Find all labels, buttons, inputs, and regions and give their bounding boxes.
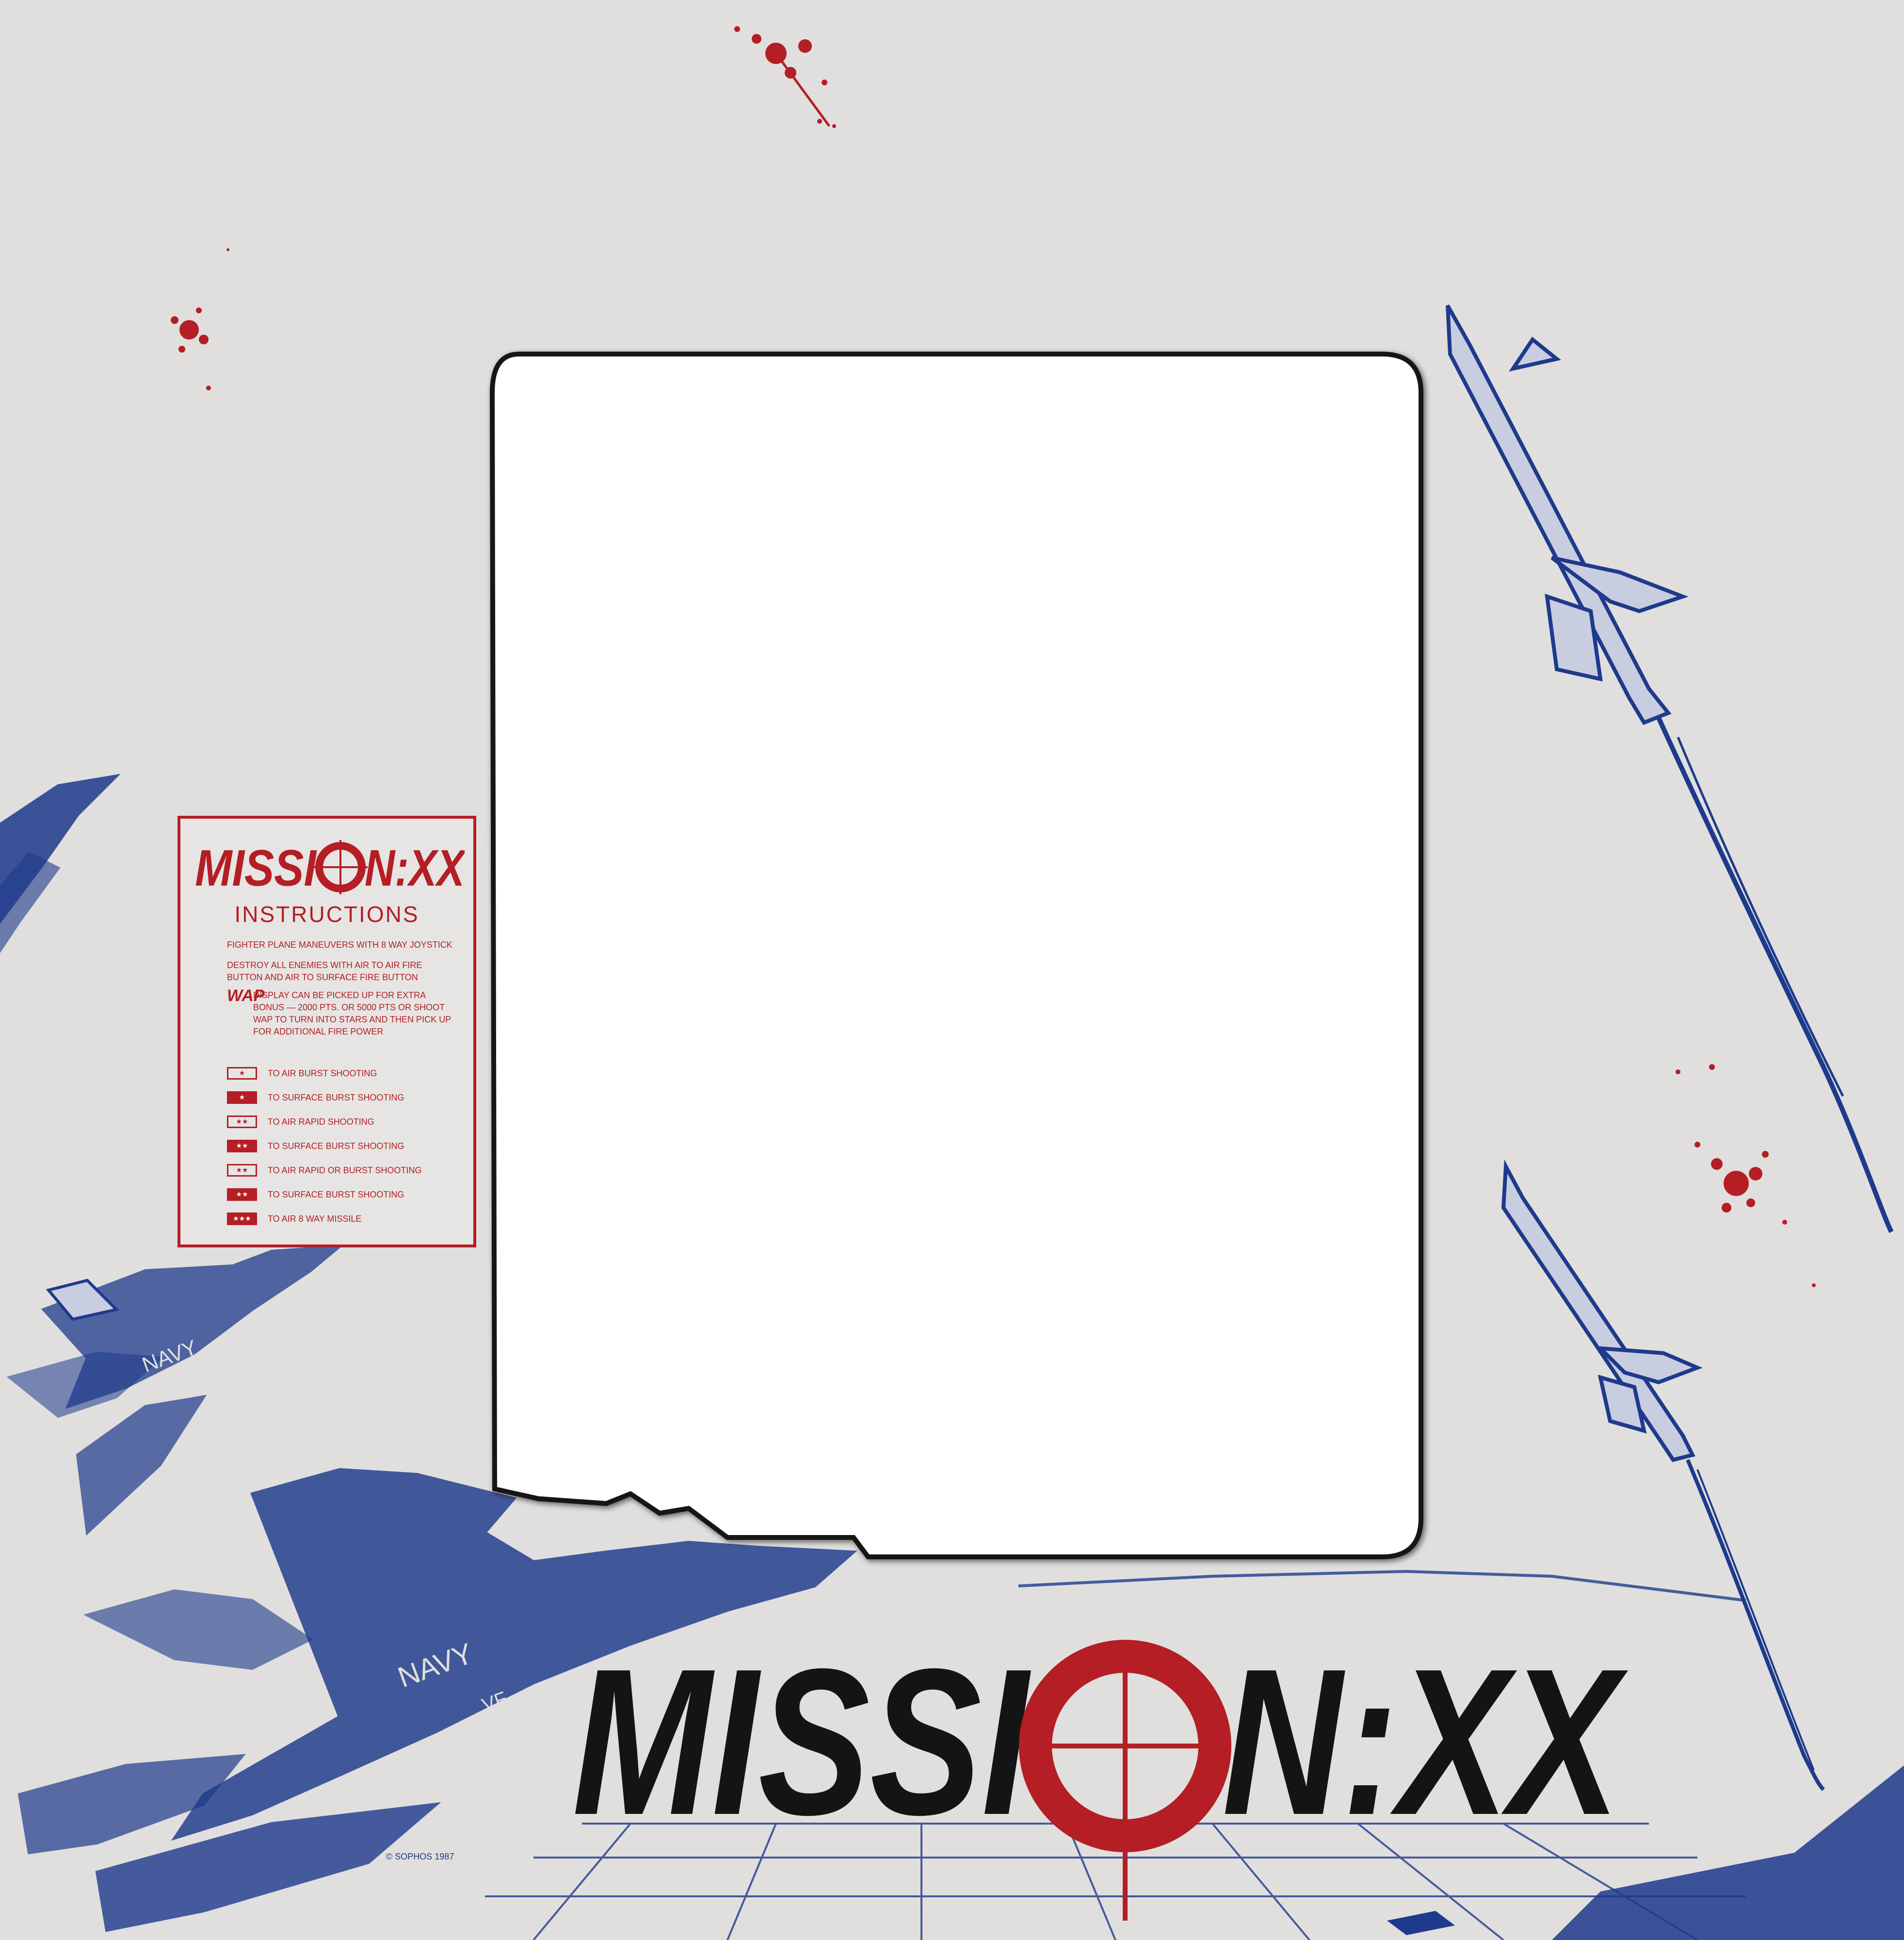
copyright-text: © SOPHOS 1987 [386, 1852, 454, 1861]
legend-row: ★ TO AIR BURST SHOOTING [227, 1066, 460, 1081]
instructions-card: MISSI N:XX INSTRUCTIONS FIGHTER PLANE MA… [177, 816, 476, 1247]
legend-label: TO SURFACE BURST SHOOTING [268, 1141, 404, 1151]
instructions-line-fire-buttons: DESTROY ALL ENEMIES WITH AIR TO AIR FIRE… [227, 960, 422, 982]
star-icon-box: ★★ [227, 1116, 257, 1128]
legend-row: ★★ TO AIR RAPID OR BURST SHOOTING [227, 1163, 460, 1178]
legend-label: TO AIR RAPID SHOOTING [268, 1116, 374, 1127]
legend-label: TO SURFACE BURST SHOOTING [268, 1189, 404, 1199]
legend-label: TO AIR 8 WAY MISSILE [268, 1213, 362, 1224]
legend-row: ★★ TO AIR RAPID SHOOTING [227, 1115, 460, 1129]
legend-row: ★★ TO SURFACE BURST SHOOTING [227, 1187, 460, 1202]
star-icon-box: ★ [227, 1091, 257, 1104]
instructions-title: INSTRUCTIONS [234, 902, 420, 927]
legend-row: ★★★ TO AIR 8 WAY MISSILE [227, 1212, 460, 1226]
instructions-logo-text-left: MISSI [195, 840, 317, 895]
star-icon-box: ★ [227, 1067, 257, 1080]
star-icon-box: ★★ [227, 1164, 257, 1177]
crosshair-icon [313, 840, 368, 894]
instructions-logo: MISSI N:XX [195, 840, 465, 895]
star-icon-box: ★★ [227, 1140, 257, 1152]
star-icon-box: ★★★ [227, 1212, 257, 1225]
legend-label: TO SURFACE BURST SHOOTING [268, 1092, 404, 1102]
wap-description: DISPLAY CAN BE PICKED UP FOR EXTRA BONUS… [253, 990, 451, 1036]
legend-row: ★★ TO SURFACE BURST SHOOTING [227, 1139, 460, 1153]
instructions-logo-text-right: N:XX [365, 840, 465, 895]
legend-row: ★ TO SURFACE BURST SHOOTING [227, 1090, 460, 1105]
instructions-line-joystick: FIGHTER PLANE MANEUVERS WITH 8 WAY JOYST… [227, 940, 452, 950]
legend-label: TO AIR RAPID OR BURST SHOOTING [268, 1165, 422, 1175]
legend-label: TO AIR BURST SHOOTING [268, 1068, 377, 1078]
star-icon-box: ★★ [227, 1188, 257, 1201]
